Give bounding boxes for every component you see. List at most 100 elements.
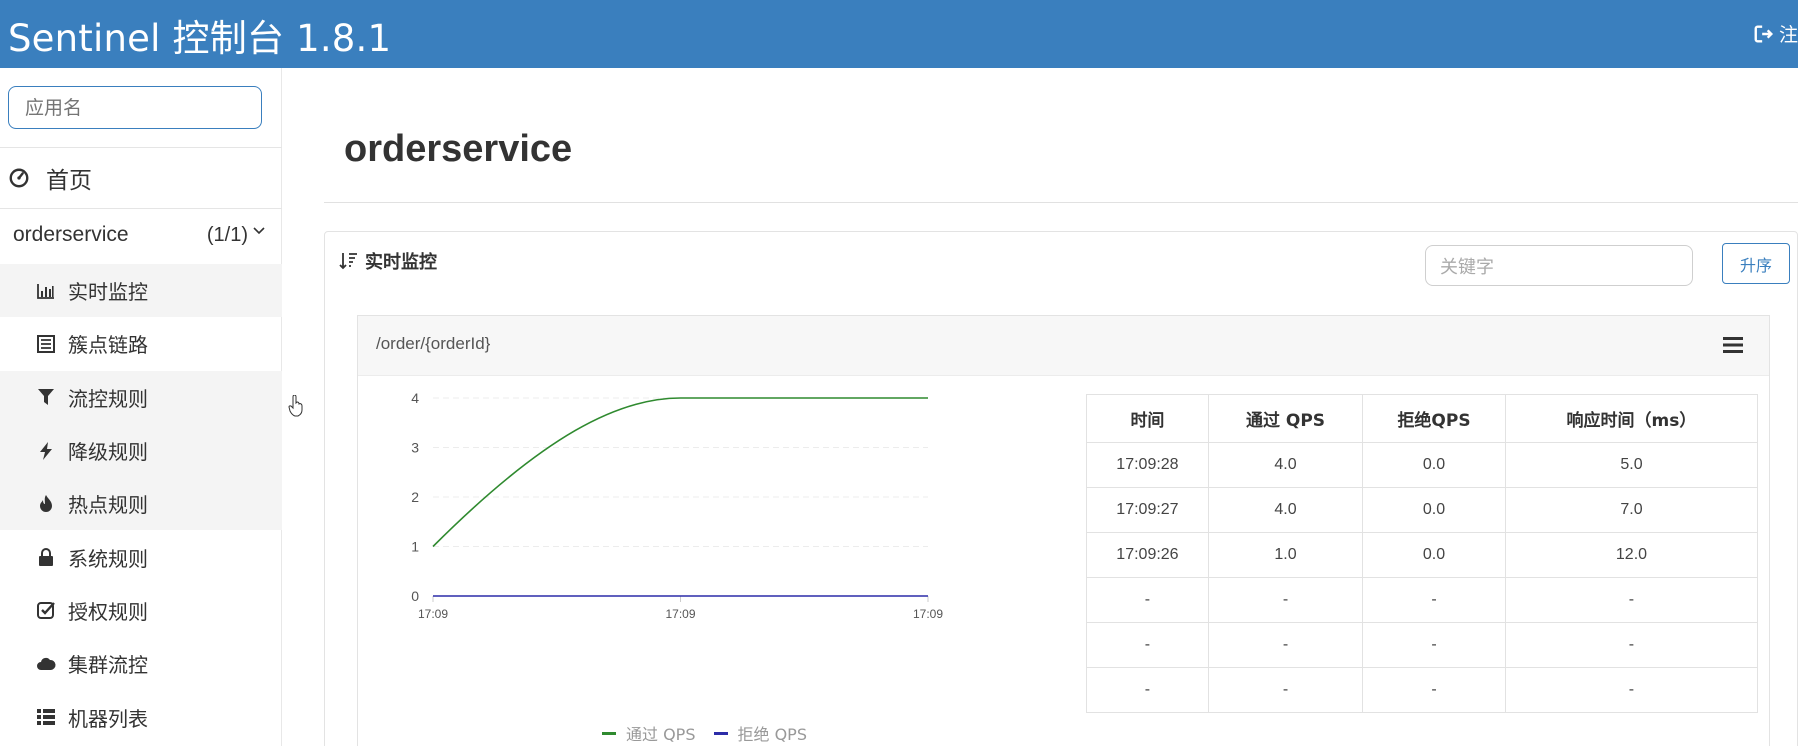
check-icon: [37, 602, 55, 620]
sidebar-app-orderservice[interactable]: orderservice (1/1): [0, 209, 282, 261]
sidebar-item-label: 系统规则: [68, 546, 148, 571]
lock-icon: [39, 548, 53, 567]
cell-pass-qps: 4.0: [1207, 442, 1364, 488]
keyword-input[interactable]: 关键字: [1425, 245, 1693, 286]
sidebar-item-label: 首页: [46, 168, 92, 194]
top-navbar: Sentinel 控制台 1.8.1 注: [0, 0, 1798, 68]
metrics-table-body: 17:09:28 4.0 0.0 5.0 17:09:27 4.0 0.0 7.0 17:09:…: [1086, 442, 1759, 713]
resource-name: /order/{orderId}: [376, 334, 491, 353]
sort-amount-icon: [339, 253, 357, 270]
x-tick-label: 17:09: [913, 607, 943, 621]
sidebar-item-degrade-rules[interactable]: 降级规则: [0, 423, 282, 478]
app-name: orderservice: [13, 223, 129, 246]
list-alt-icon: [37, 334, 55, 353]
table-row: 17:09:28 4.0 0.0 5.0: [1086, 442, 1759, 488]
sidebar-item-home[interactable]: 首页: [0, 148, 282, 208]
sidebar: 搜索 首页 orderservice (1/1) 实时监控: [0, 68, 282, 746]
chevron-down-icon: [253, 227, 265, 235]
app-menu: 实时监控 簇点链路 流控规则 降级规则 热点规则 系统规则 授权规则 集群流控 …: [0, 264, 282, 744]
sidebar-item-label: 簇点链路: [68, 333, 148, 358]
cell-pass-qps: 4.0: [1207, 487, 1364, 533]
filter-icon: [38, 389, 54, 406]
qps-chart-svg: 0 1 2 3 4 17:09 17:09 17:09: [411, 390, 943, 621]
sidebar-item-cluster-point-link[interactable]: 簇点链路: [0, 317, 282, 370]
cell-block-qps: -: [1362, 667, 1506, 713]
x-tick-label: 17:09: [418, 607, 448, 621]
table-header-row: 时间 通过 QPS 拒绝QPS 响应时间（ms）: [1086, 394, 1759, 443]
cell-time: 17:09:28: [1086, 442, 1209, 488]
y-tick-label: 4: [411, 390, 419, 406]
title-divider: [324, 202, 1798, 203]
cloud-icon: [37, 657, 56, 670]
hand-cursor-icon: [288, 395, 303, 417]
cell-time: 17:09:26: [1086, 532, 1209, 578]
sidebar-item-label: 热点规则: [68, 493, 148, 518]
x-tick-label: 17:09: [665, 607, 695, 621]
sidebar-item-label: 机器列表: [68, 706, 148, 731]
app-title[interactable]: Sentinel 控制台 1.8.1: [8, 8, 391, 62]
chart-legend: 通过 QPS 拒绝 QPS: [602, 721, 807, 745]
cell-rt: 7.0: [1504, 487, 1759, 533]
series-line-pass-qps: [432, 397, 928, 548]
cell-pass-qps: -: [1207, 577, 1364, 623]
dashboard-icon: [9, 168, 29, 188]
sidebar-item-machine-list[interactable]: 机器列表: [0, 690, 282, 743]
sidebar-item-label: 降级规则: [68, 440, 148, 465]
sidebar-item-realtime-monitor[interactable]: 实时监控: [0, 264, 282, 318]
sign-out-icon: [1754, 24, 1774, 43]
legend-pass-qps[interactable]: 通过 QPS: [602, 721, 696, 745]
logout-button[interactable]: 注: [1753, 20, 1798, 47]
fire-icon: [40, 494, 52, 512]
y-tick-label: 2: [411, 489, 419, 505]
th-list-icon: [37, 709, 55, 726]
bar-chart-icon: [37, 283, 54, 299]
cell-rt: 12.0: [1504, 532, 1759, 578]
sidebar-item-hotspot-rules[interactable]: 热点规则: [0, 477, 282, 531]
hamburger-menu-icon[interactable]: [1723, 337, 1743, 353]
cell-rt: -: [1504, 622, 1759, 668]
main-content: orderservice 实时监控 关键字 升序 /order/{orderId…: [282, 68, 1798, 746]
column-header-rt: 响应时间（ms）: [1504, 394, 1759, 443]
cell-block-qps: -: [1362, 622, 1506, 668]
sidebar-item-auth-rules[interactable]: 授权规则: [0, 584, 282, 637]
cell-time: -: [1086, 667, 1209, 713]
panel-title: 实时监控: [339, 248, 437, 274]
sidebar-item-label: 实时监控: [68, 280, 148, 305]
sidebar-item-system-rules[interactable]: 系统规则: [0, 530, 282, 583]
app-search: 搜索: [8, 86, 262, 129]
y-tick-label: 0: [411, 588, 419, 604]
cell-pass-qps: 1.0: [1207, 532, 1364, 578]
cell-time: 17:09:27: [1086, 487, 1209, 533]
table-row: ----: [1086, 622, 1759, 668]
table-row: 17:09:26 1.0 0.0 12.0: [1086, 532, 1759, 578]
sort-ascending-button[interactable]: 升序: [1722, 243, 1790, 284]
realtime-monitor-panel: 实时监控 关键字 升序 /order/{orderId} 0 1 2 3 4 17:09 1…: [324, 231, 1798, 746]
column-header-pass-qps: 通过 QPS: [1207, 394, 1364, 443]
metrics-table: 时间 通过 QPS 拒绝QPS 响应时间（ms） 17:09:28 4.0 0.0 5…: [1086, 394, 1759, 713]
cell-rt: -: [1504, 577, 1759, 623]
legend-block-swatch: [713, 731, 728, 735]
resource-card: /order/{orderId} 0 1 2 3 4 17:09 17:09 17:09 通过…: [357, 315, 1770, 746]
y-tick-label: 1: [411, 539, 419, 555]
app-search-input[interactable]: [9, 87, 261, 128]
qps-chart: 0 1 2 3 4 17:09 17:09 17:09: [398, 388, 968, 698]
page-title: orderservice: [344, 128, 573, 170]
logout-label: 注: [1778, 24, 1798, 46]
panel-title-label: 实时监控: [365, 252, 437, 273]
cell-block-qps: 0.0: [1362, 532, 1506, 578]
cell-time: -: [1086, 577, 1209, 623]
legend-pass-swatch: [602, 731, 616, 735]
sidebar-item-label: 授权规则: [68, 599, 148, 624]
table-row: 17:09:27 4.0 0.0 7.0: [1086, 487, 1759, 533]
sidebar-item-cluster-flow[interactable]: 集群流控: [0, 637, 282, 690]
column-header-time: 时间: [1086, 394, 1209, 443]
sidebar-item-flow-rules[interactable]: 流控规则: [0, 370, 282, 424]
cell-rt: -: [1504, 667, 1759, 713]
cell-pass-qps: -: [1207, 667, 1364, 713]
cell-pass-qps: -: [1207, 622, 1364, 668]
cell-block-qps: -: [1362, 577, 1506, 623]
app-machine-count: (1/1): [206, 223, 248, 246]
cell-block-qps: 0.0: [1362, 487, 1506, 533]
table-row: ----: [1086, 577, 1759, 623]
legend-block-qps[interactable]: 拒绝 QPS: [713, 721, 807, 745]
